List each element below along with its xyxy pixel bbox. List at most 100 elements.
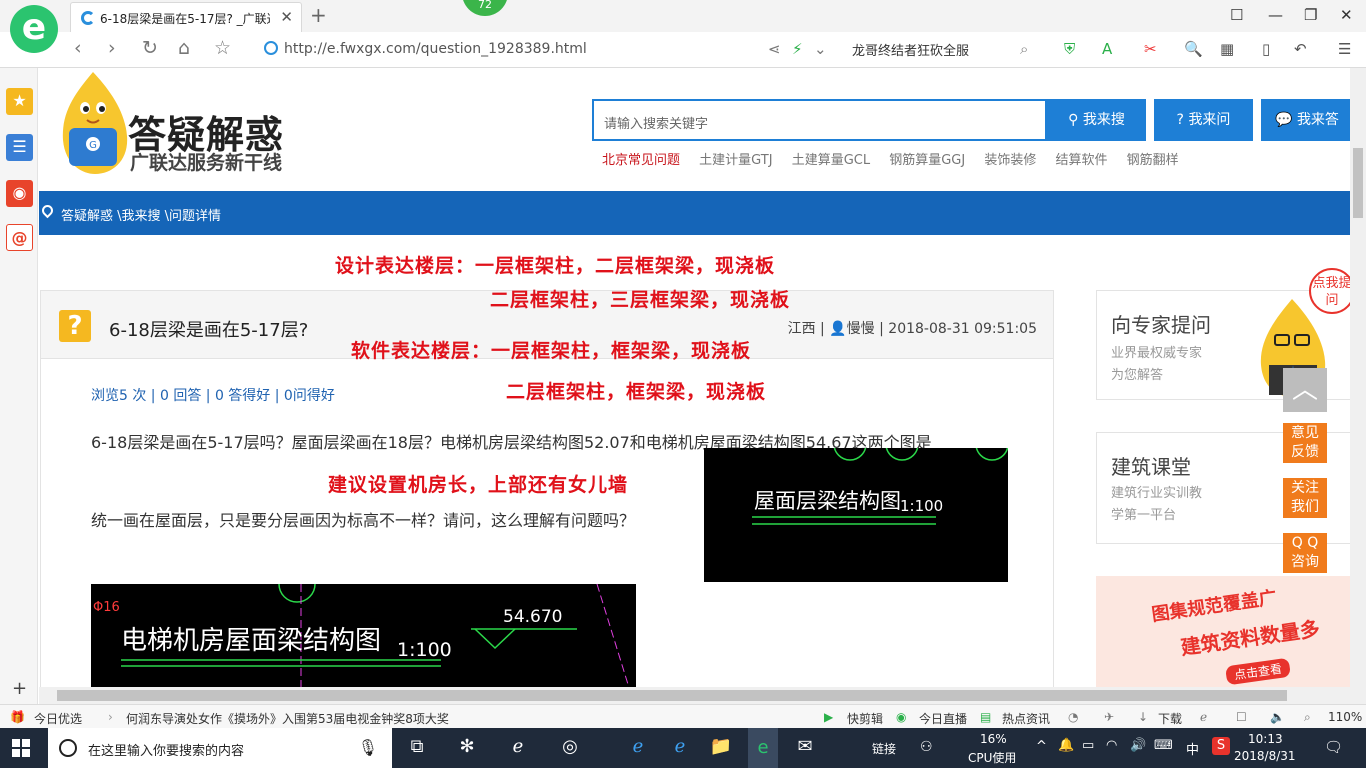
quick-link[interactable]: 北京常见问题 bbox=[602, 153, 680, 168]
windows-start-icon[interactable] bbox=[12, 739, 30, 757]
close-window-button[interactable]: ✕ bbox=[1340, 6, 1353, 24]
edge-browser-icon[interactable]: ℯ bbox=[623, 736, 653, 757]
shield-icon[interactable]: ⛨ bbox=[1064, 40, 1075, 58]
zoom-level[interactable]: 110% bbox=[1328, 710, 1362, 724]
notification-bell-icon[interactable]: 🔔 bbox=[1058, 738, 1074, 753]
back-icon[interactable]: ‹ bbox=[74, 37, 82, 59]
window-icon[interactable]: ☐ bbox=[1236, 710, 1247, 724]
sogou-ime-icon[interactable]: S bbox=[1212, 737, 1230, 755]
feedback-button[interactable]: 意见 反馈 bbox=[1283, 423, 1327, 463]
reading-mode-icon[interactable]: ▯ bbox=[1262, 40, 1270, 58]
scissors-icon[interactable]: ✂ bbox=[1144, 40, 1157, 58]
ie-mode-icon[interactable]: ℯ bbox=[1200, 710, 1207, 724]
speed-mode-icon[interactable]: ⚡ bbox=[792, 40, 803, 58]
menu-icon[interactable]: ☰ bbox=[1338, 40, 1351, 58]
task-view-icon[interactable]: ⧉ bbox=[402, 736, 432, 757]
wifi-icon[interactable]: ◠ bbox=[1106, 738, 1117, 753]
people-icon[interactable]: ⚇ bbox=[920, 739, 933, 755]
new-tab-button[interactable]: + bbox=[310, 3, 327, 27]
ask-button[interactable]: ? 我来问 bbox=[1154, 99, 1253, 141]
battery-icon[interactable]: ▭ bbox=[1082, 738, 1094, 753]
quick-link[interactable]: 装饰装修 bbox=[984, 153, 1036, 168]
microphone-icon[interactable]: 🎙 bbox=[358, 738, 378, 757]
answer-button[interactable]: 💬 我来答 bbox=[1261, 99, 1350, 141]
qq-consult-button[interactable]: Q Q 咨询 bbox=[1283, 533, 1327, 573]
home-icon[interactable]: ⌂ bbox=[178, 37, 190, 59]
action-center-icon[interactable]: 🗨 bbox=[1324, 738, 1343, 756]
minimize-button[interactable]: — bbox=[1268, 6, 1283, 24]
cad-image-elevator-roof[interactable]: Φ16 电梯机房屋面梁结构图 1:100 54.670 bbox=[91, 584, 636, 687]
find-icon[interactable]: 🔍 bbox=[1184, 40, 1203, 58]
pinwheel-app-icon[interactable]: ✻ bbox=[452, 736, 482, 757]
back-to-top-button[interactable]: ︿ bbox=[1283, 368, 1327, 412]
scroll-thumb[interactable] bbox=[57, 690, 1287, 701]
question-region[interactable]: 江西 bbox=[788, 321, 816, 337]
search-icon[interactable]: ⌕ bbox=[1020, 40, 1028, 58]
quick-link[interactable]: 钢筋算量GGJ bbox=[889, 153, 965, 168]
browser-logo-icon[interactable]: e bbox=[10, 5, 58, 53]
mail-icon[interactable]: @ bbox=[6, 224, 33, 251]
promo-cta[interactable]: 点击查看 bbox=[1224, 657, 1292, 686]
live-link[interactable]: 今日直播 bbox=[919, 710, 967, 727]
ask-bubble[interactable]: 点我提问 bbox=[1309, 268, 1350, 314]
volume-icon[interactable]: 🔊 bbox=[1130, 738, 1146, 753]
question-author[interactable]: 慢慢 bbox=[847, 321, 875, 337]
horizontal-scrollbar[interactable] bbox=[39, 687, 1366, 704]
url-text[interactable]: http://e.fwxgx.com/question_1928389.html bbox=[284, 41, 587, 57]
apps-grid-icon[interactable]: ▦ bbox=[1220, 40, 1234, 58]
address-bar[interactable]: http://e.fwxgx.com/question_1928389.html bbox=[262, 37, 752, 63]
site-search-input[interactable]: 请输入搜索关键字 bbox=[592, 99, 1047, 141]
ie-icon[interactable]: ℯ bbox=[665, 736, 695, 757]
taskbar-search-text: 在这里输入你要搜索的内容 bbox=[88, 744, 245, 759]
quick-edit[interactable]: 快剪辑 bbox=[847, 710, 883, 727]
dropdown-chevron-icon[interactable]: ⌄ bbox=[814, 40, 827, 58]
mail-app-icon[interactable]: ✉ bbox=[790, 736, 820, 757]
hot-news[interactable]: 热点资讯 bbox=[1002, 710, 1050, 727]
search-button[interactable]: ⚲ 我来搜 bbox=[1047, 99, 1146, 141]
ime-indicator[interactable]: 中 bbox=[1186, 739, 1199, 758]
quick-link[interactable]: 结算软件 bbox=[1056, 153, 1108, 168]
breadcrumb[interactable]: 答疑解惑 \我来搜 \问题详情 bbox=[61, 205, 221, 224]
browser-status-icon[interactable]: ◔ bbox=[1068, 710, 1078, 724]
promo-banner[interactable]: 图集规范覆盖广 建筑资料数量多 点击查看 bbox=[1096, 576, 1350, 687]
translate-icon[interactable]: A bbox=[1102, 40, 1112, 58]
undo-icon[interactable]: ↶ bbox=[1294, 40, 1307, 58]
close-tab-icon[interactable]: ✕ bbox=[280, 8, 293, 26]
add-sidebar-icon[interactable]: + bbox=[12, 678, 27, 699]
follow-us-button[interactable]: 关注 我们 bbox=[1283, 478, 1327, 518]
chrome-like-icon[interactable]: ◎ bbox=[555, 736, 585, 757]
forward-icon[interactable]: › bbox=[108, 37, 116, 59]
search-suggestion[interactable]: 龙哥终结者狂砍全服 bbox=[852, 40, 969, 59]
skin-icon[interactable]: ☐ bbox=[1230, 6, 1243, 24]
links-toolbar[interactable]: 链接 bbox=[872, 740, 896, 757]
360-browser-taskbar-icon[interactable]: e bbox=[748, 728, 778, 768]
vertical-scrollbar[interactable] bbox=[1350, 68, 1366, 687]
news-ticker[interactable]: 何润东导演处女作《摸场外》入围第53届电视金钟奖8项大奖 bbox=[126, 710, 449, 727]
scroll-thumb[interactable] bbox=[1353, 148, 1363, 218]
pin-icon[interactable]: ✈ bbox=[1104, 710, 1114, 724]
clock-time[interactable]: 10:13 bbox=[1248, 732, 1283, 746]
weibo-icon[interactable]: ◉ bbox=[6, 180, 33, 207]
refresh-icon[interactable]: ↻ bbox=[142, 37, 158, 59]
download-link[interactable]: 下载 bbox=[1158, 710, 1182, 727]
share-icon[interactable]: ⋖ bbox=[768, 40, 781, 58]
edge-icon[interactable]: ℯ bbox=[503, 736, 533, 757]
quick-link[interactable]: 钢筋翻样 bbox=[1127, 153, 1179, 168]
browser-tab[interactable]: 6-18层梁是画在5-17层? _广联达 ✕ bbox=[70, 2, 302, 32]
quick-link[interactable]: 土建算量GCL bbox=[792, 153, 870, 168]
bookmark-star-icon[interactable]: ☆ bbox=[214, 37, 231, 59]
favorites-icon[interactable]: ★ bbox=[6, 88, 33, 115]
notification-badge[interactable]: 72 bbox=[462, 0, 508, 16]
question-stats[interactable]: 浏览5 次 | 0 回答 | 0 答得好 | 0问得好 bbox=[91, 385, 335, 405]
file-explorer-icon[interactable]: 📁 bbox=[706, 736, 736, 757]
keyboard-icon[interactable]: ⌨ bbox=[1154, 738, 1173, 753]
taskbar-search[interactable]: 在这里输入你要搜索的内容 🎙 bbox=[48, 728, 392, 768]
cad-image-roof-beam[interactable]: 屋面层梁结构图 1:100 bbox=[704, 448, 1008, 582]
quick-link[interactable]: 土建计量GTJ bbox=[699, 153, 772, 168]
chevron-up-icon[interactable]: ^ bbox=[1036, 739, 1047, 754]
maximize-button[interactable]: ❐ bbox=[1304, 6, 1317, 24]
today-picks[interactable]: 今日优选 bbox=[34, 710, 82, 727]
clock-date[interactable]: 2018/8/31 bbox=[1234, 749, 1296, 763]
reading-list-icon[interactable]: ☰ bbox=[6, 134, 33, 161]
mute-icon[interactable]: 🔈 bbox=[1270, 710, 1285, 724]
